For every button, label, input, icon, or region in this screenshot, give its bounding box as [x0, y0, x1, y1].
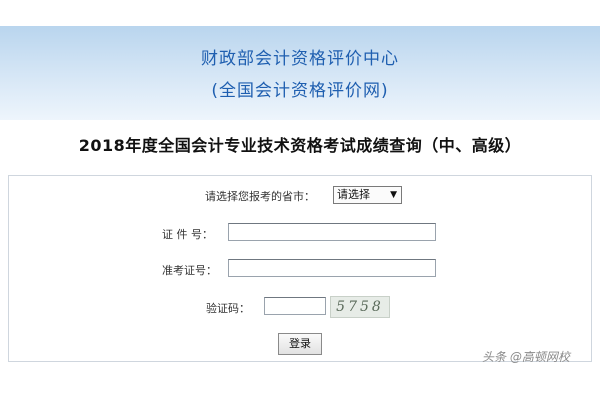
captcha-input[interactable]: [264, 297, 326, 315]
watermark: 头条 @高顿网校: [482, 350, 570, 364]
top-strip: [0, 0, 600, 26]
ticket-number-label: 准考证号：: [162, 264, 217, 277]
id-number-input[interactable]: [228, 223, 436, 241]
province-select-value: 请选择: [337, 188, 370, 201]
page-title: 2018年度全国会计专业技术资格考试成绩查询（中、高级）: [78, 136, 522, 155]
ticket-number-input[interactable]: [228, 259, 436, 277]
province-label: 请选择您报考的省市：: [205, 190, 315, 203]
id-number-label: 证 件 号：: [162, 228, 213, 241]
org-subtitle: (全国会计资格评价网): [211, 81, 389, 101]
login-button[interactable]: 登录: [278, 333, 322, 355]
org-title: 财政部会计资格评价中心: [201, 49, 399, 69]
chevron-down-icon: ▼: [390, 190, 397, 200]
province-select[interactable]: 请选择 ▼: [333, 186, 402, 204]
captcha-image[interactable]: 5758: [330, 296, 390, 318]
captcha-label: 验证码：: [206, 302, 250, 315]
header-banner: [0, 26, 600, 120]
